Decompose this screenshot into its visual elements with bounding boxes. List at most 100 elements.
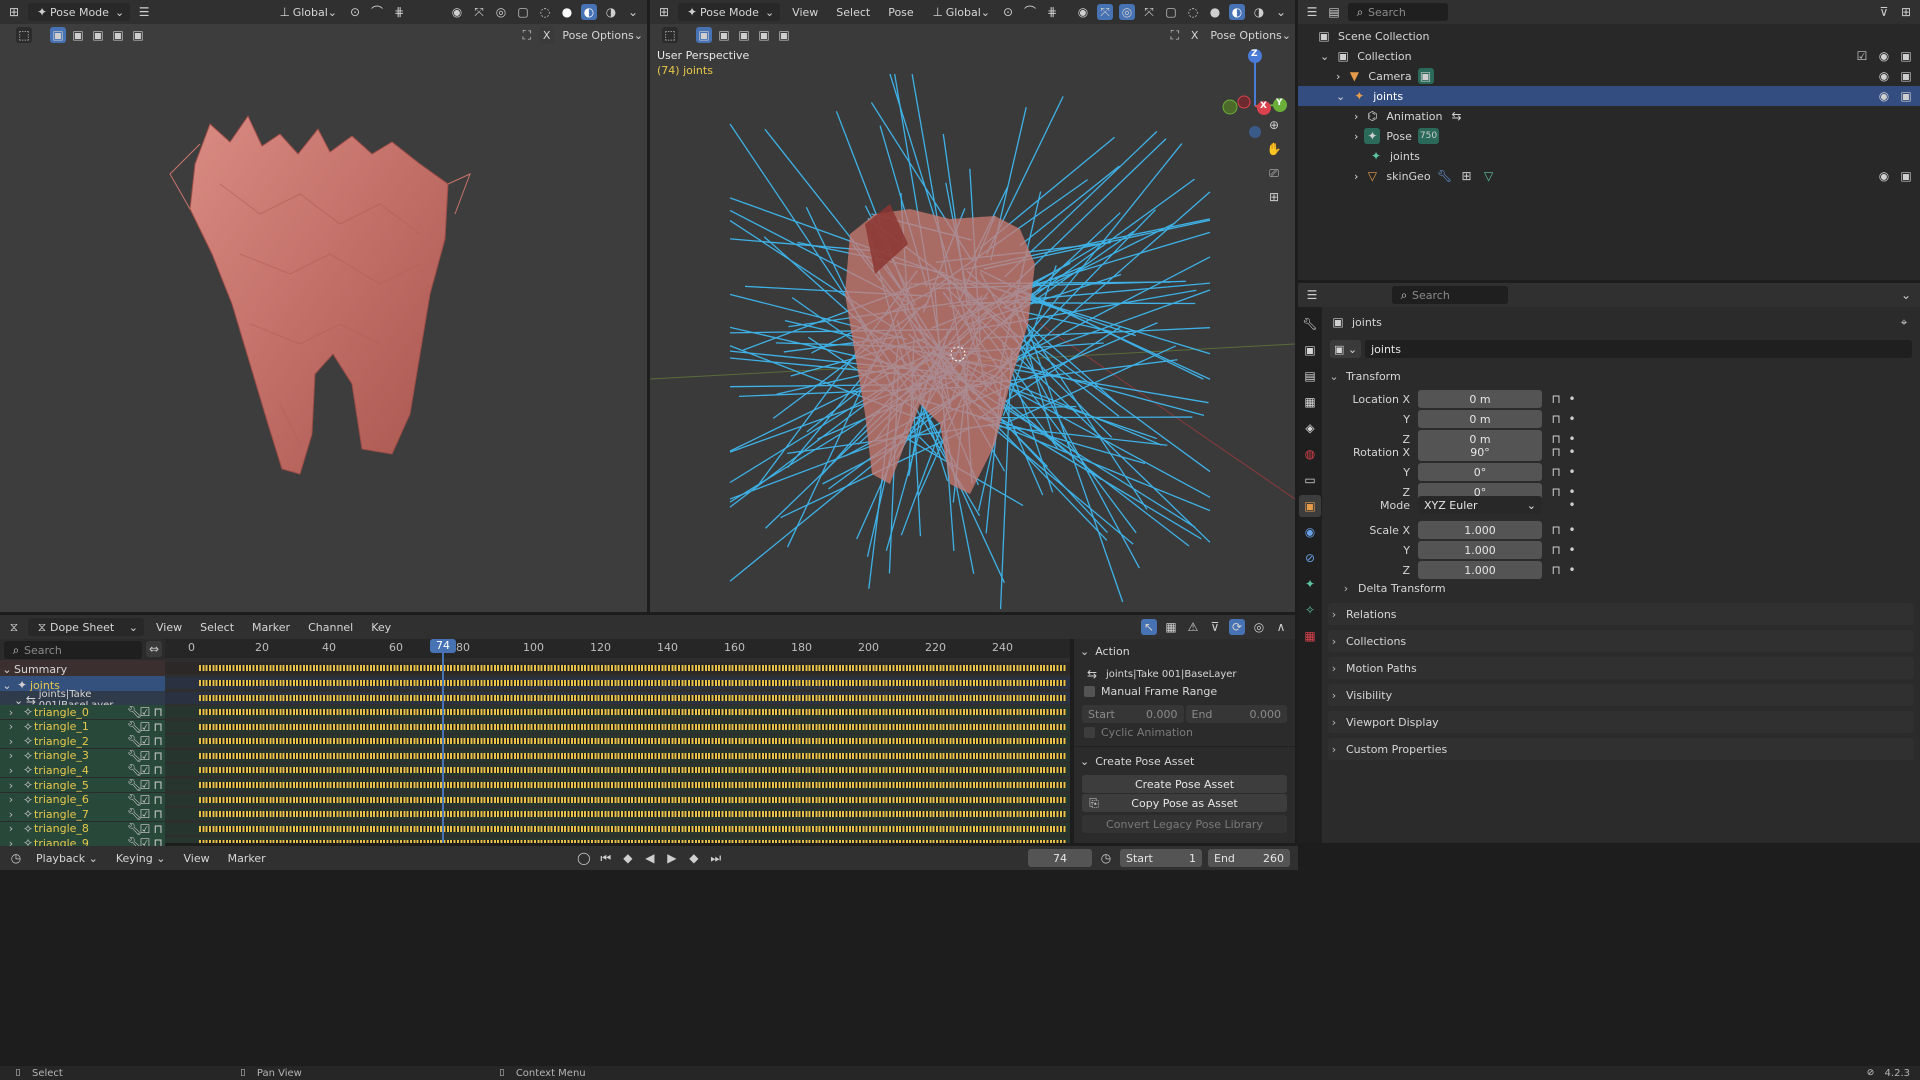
rotation-x-field[interactable]: 90° [1418, 443, 1542, 461]
scale-y-field[interactable]: 1.000 [1418, 541, 1542, 559]
snap-options-icon[interactable]: ⋕ [1044, 4, 1060, 20]
menu-view[interactable]: View [150, 621, 188, 634]
bone-channel[interactable]: › ✧ triangle_7 🔧︎ ☑ ⊓ [0, 806, 165, 822]
next-keyframe-icon[interactable]: ◆ [686, 850, 702, 866]
chevron-right-icon[interactable]: › [1354, 170, 1358, 183]
sync-icon[interactable]: ⟳ [1229, 619, 1245, 635]
shading-wire-icon[interactable]: ◌ [1185, 4, 1201, 20]
keyframe-dot-icon[interactable]: • [1564, 444, 1580, 460]
eye-icon[interactable]: ◉ [1876, 168, 1892, 184]
eye-icon[interactable]: ◉ [1876, 68, 1892, 84]
keyframe-row[interactable] [165, 735, 1070, 748]
checkbox-icon[interactable]: ☑ [139, 806, 151, 822]
checkbox-icon[interactable]: ☑ [139, 777, 151, 793]
display-mode-icon[interactable]: ▤ [1326, 4, 1342, 20]
transform-panel-header[interactable]: ⌄ Transform [1328, 365, 1914, 387]
snap-icon[interactable]: ⌒ [369, 4, 385, 20]
shading-options-icon[interactable]: ⌄ [1273, 4, 1289, 20]
pin-icon[interactable]: ⌖ [1896, 314, 1912, 330]
chevron-right-icon[interactable]: › [0, 764, 22, 777]
object-name-field[interactable]: joints [1365, 340, 1912, 358]
only-selected-icon[interactable]: ↖ [1141, 619, 1157, 635]
pan-hand-icon[interactable]: ✋ [1266, 141, 1282, 157]
keyframe-dot-icon[interactable]: • [1564, 391, 1580, 407]
prev-keyframe-icon[interactable]: ◆ [620, 850, 636, 866]
jump-end-icon[interactable]: ⏭ [708, 850, 724, 866]
swap-icon[interactable]: ⇔ [146, 641, 162, 657]
scale-x-field[interactable]: 1.000 [1418, 521, 1542, 539]
keyframe-row[interactable] [165, 692, 1070, 704]
keyframe-strip[interactable] [199, 723, 1066, 730]
keyframe-row[interactable] [165, 749, 1070, 762]
menu-keying[interactable]: Keying ⌄ [110, 852, 172, 865]
editor-type-icon[interactable]: ⧖ [6, 619, 22, 635]
menu-view[interactable]: View [786, 6, 824, 19]
play-icon[interactable]: ▶ [664, 850, 680, 866]
mode-dropdown[interactable]: ✦ Pose Mode ⌄ [28, 3, 131, 21]
lock-icon[interactable]: ⊓ [1548, 444, 1564, 460]
lock-icon[interactable]: ⊓ [1548, 542, 1564, 558]
gizmo-icon[interactable]: ⤧ [471, 4, 487, 20]
chevron-right-icon[interactable]: › [0, 735, 22, 748]
shading-wire-icon[interactable]: ◌ [537, 4, 553, 20]
shading-solid-icon[interactable]: ● [1207, 4, 1223, 20]
keyframe-strip[interactable] [199, 665, 1066, 671]
menu-pose[interactable]: Pose [882, 6, 919, 19]
create-pose-asset-button[interactable]: Create Pose Asset [1082, 775, 1287, 793]
lock-icon[interactable]: ⊓ [151, 733, 165, 749]
wrench-icon[interactable]: 🔧︎ [127, 733, 142, 749]
properties-search[interactable]: ⌕ Search [1392, 286, 1508, 304]
keyframe-strip[interactable] [199, 782, 1066, 788]
location-y-field[interactable]: 0 m [1418, 410, 1542, 428]
camera-render-icon[interactable]: ▣ [1898, 68, 1914, 84]
lock-icon[interactable]: ⊓ [1548, 411, 1564, 427]
output-tab-icon[interactable]: ▤ [1299, 365, 1321, 387]
pivot-icon[interactable]: ⊙ [347, 4, 363, 20]
menu-marker[interactable]: Marker [246, 621, 296, 634]
mode-dropdown[interactable]: ✦ Pose Mode ⌄ [678, 3, 781, 21]
eye-icon[interactable]: ◉ [1876, 48, 1892, 64]
menu-select[interactable]: Select [830, 6, 876, 19]
bone-channel[interactable]: › ✧ triangle_5 🔧︎ ☑ ⊓ [0, 778, 165, 792]
keyframe-dot-icon[interactable]: • [1564, 497, 1580, 513]
overlay-icon[interactable]: ◎ [493, 4, 509, 20]
play-reverse-icon[interactable]: ◀ [642, 850, 658, 866]
checkbox-icon[interactable]: ☑ [139, 704, 151, 720]
outliner-camera[interactable]: › ▼ Camera ▣ ◉ ▣ [1298, 66, 1920, 86]
outliner-search[interactable]: ⌕ Search [1348, 3, 1448, 21]
show-hidden-icon[interactable]: ▦ [1163, 619, 1179, 635]
chevron-right-icon[interactable]: › [1336, 70, 1340, 83]
bone-channel[interactable]: › ✧ triangle_8 🔧︎ ☑ ⊓ [0, 821, 165, 836]
current-frame-indicator[interactable]: 74 [430, 639, 456, 653]
camera-render-icon[interactable]: ▣ [1898, 48, 1914, 64]
overlay-icon[interactable]: ◎ [1119, 4, 1135, 20]
keyframe-strip[interactable] [199, 752, 1066, 759]
outliner-joints-data[interactable]: ✦ joints [1298, 146, 1920, 166]
gizmo-icon[interactable]: ⤧ [1097, 4, 1113, 20]
outliner-collection[interactable]: ⌄ ▣ Collection ☑ ◉ ▣ [1298, 46, 1920, 66]
wrench-icon[interactable]: 🔧︎ [127, 748, 142, 764]
keyframe-strip[interactable] [199, 709, 1066, 715]
dopesheet-mode-dropdown[interactable]: ⧖ Dope Sheet ⌄ [28, 618, 144, 636]
wrench-icon[interactable]: 🔧︎ [127, 719, 142, 735]
chevron-right-icon[interactable]: › [0, 793, 22, 806]
bone-channel[interactable]: › ✧ triangle_2 🔧︎ ☑ ⊓ [0, 733, 165, 749]
shading-render-icon[interactable]: ◑ [1251, 4, 1267, 20]
manual-frame-range-checkbox[interactable]: Manual Frame Range [1084, 685, 1217, 698]
keyframe-dot-icon[interactable]: • [1564, 542, 1580, 558]
chevron-right-icon[interactable]: › [0, 749, 22, 762]
shading-material-icon[interactable]: ◐ [581, 4, 597, 20]
outliner-animation[interactable]: › ⌬ Animation ⇆ [1298, 106, 1920, 126]
render-tab-icon[interactable]: ▣ [1299, 339, 1321, 361]
keyframe-row[interactable] [165, 706, 1070, 718]
bone-channel[interactable]: › ✧ triangle_0 🔧︎ ☑ ⊓ [0, 705, 165, 719]
xray-icon[interactable]: ▢ [515, 4, 531, 20]
keyframe-strip[interactable] [199, 796, 1066, 803]
lock-icon[interactable]: ⊓ [151, 704, 165, 720]
visibility-icon[interactable]: ◉ [1075, 4, 1091, 20]
tool-tab-icon[interactable]: 🔧︎ [1299, 313, 1321, 335]
menu-icon[interactable]: ☰ [136, 4, 152, 20]
orientation-dropdown[interactable]: ⊥ Global ⌄ [273, 3, 341, 21]
keyframe-strip[interactable] [199, 695, 1066, 701]
frame-start-field[interactable]: Start 1 [1120, 849, 1202, 867]
